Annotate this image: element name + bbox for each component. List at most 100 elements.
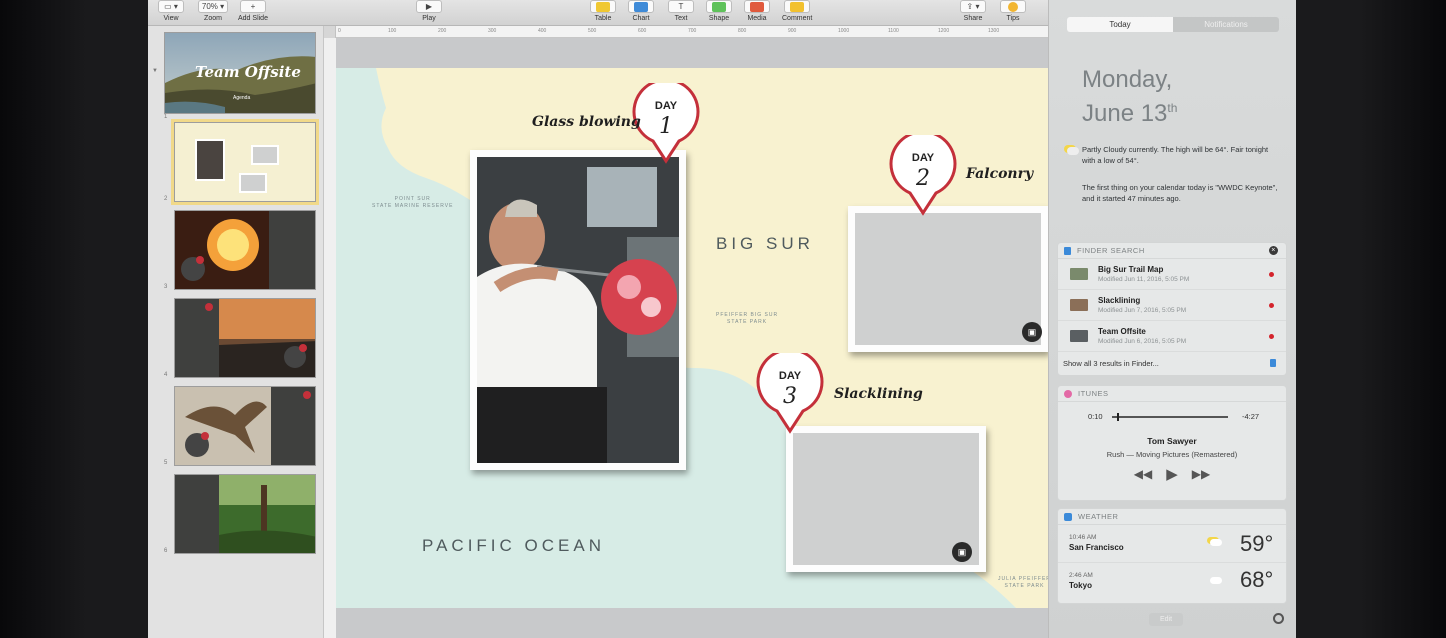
point-sur-label: POINT SUR STATE MARINE RESERVE	[372, 196, 454, 209]
weather-app-icon	[1064, 512, 1072, 521]
map-file-icon	[1070, 268, 1088, 280]
ruler-tick: 1200	[938, 28, 950, 34]
edit-button[interactable]: Edit	[1149, 613, 1183, 626]
zoom-select[interactable]: 70% ▾	[198, 0, 228, 13]
day2-photo-placeholder[interactable]: ▣	[848, 206, 1048, 352]
nc-segmented-control: Today Notifications	[1067, 17, 1279, 32]
tips-button[interactable]	[1000, 0, 1026, 13]
fast-forward-icon[interactable]: ▶▶	[1192, 467, 1210, 483]
tab-today[interactable]: Today	[1067, 17, 1173, 32]
finder-result[interactable]: Slacklining Modified Jun 7, 2016, 5:05 PM	[1058, 290, 1286, 321]
disclosure-triangle-icon[interactable]: ▼	[152, 68, 158, 74]
calendar-summary: The first thing on your calendar today i…	[1082, 183, 1278, 203]
slide-thumbnail-5[interactable]	[174, 386, 316, 466]
settings-gear-icon[interactable]	[1273, 613, 1284, 624]
date-suffix: th	[1167, 101, 1178, 115]
media-button[interactable]	[744, 0, 770, 13]
finder-result[interactable]: Team Offsite Modified Jun 6, 2016, 5:05 P…	[1058, 321, 1286, 352]
day3-caption: Slacklining	[834, 386, 923, 402]
share-button[interactable]: ⇪ ▾	[960, 0, 986, 13]
play-button[interactable]: ▶	[416, 0, 442, 13]
weather-city-row[interactable]: 2:46 AM Tokyo 68°	[1058, 563, 1286, 601]
slide-1-title: Team Offsite	[195, 63, 301, 81]
julia-pfeiffer-label: JULIA PFEIFFER STATE PARK	[998, 576, 1048, 589]
weather-city-row[interactable]: 10:46 AM San Francisco 59°	[1058, 525, 1286, 563]
ruler-tick: 500	[588, 28, 597, 34]
tips-icon	[1008, 1, 1018, 12]
slackline-photo	[175, 299, 315, 377]
weather-widget: WEATHER 10:46 AM San Francisco 59° 2:46 …	[1057, 508, 1287, 604]
ruler-tick: 1100	[888, 28, 899, 34]
partly-cloudy-icon	[1067, 147, 1079, 155]
text-button[interactable]: T	[668, 0, 694, 13]
itunes-widget-title: ITUNES	[1078, 389, 1109, 398]
add-slide-button[interactable]: +	[239, 0, 266, 13]
image-placeholder-icon[interactable]: ▣	[952, 542, 972, 562]
rewind-icon[interactable]: ◀◀	[1134, 467, 1152, 483]
close-icon[interactable]: ×	[1269, 246, 1278, 255]
show-all-text: Show all 3 results in Finder...	[1063, 358, 1159, 368]
ruler-tick: 300	[488, 28, 497, 34]
table-button[interactable]	[590, 0, 616, 13]
thumb-placeholder-2	[239, 173, 267, 193]
scrubber-knob[interactable]	[1116, 413, 1119, 421]
date-day: June 13th	[1082, 94, 1177, 128]
ruler-tick: 400	[538, 28, 547, 34]
play-control[interactable]: ▶ Play	[416, 0, 442, 22]
share-control[interactable]: ⇪ ▾ Share	[960, 0, 986, 22]
itunes-widget-header: ITUNES	[1058, 386, 1286, 402]
play-icon[interactable]: ▶	[1166, 465, 1178, 483]
cloudy-icon	[1210, 577, 1222, 584]
slide-thumbnail-6[interactable]	[174, 474, 316, 554]
finder-widget-title: FINDER SEARCH	[1077, 246, 1145, 255]
slide-navigator: ▼ 1 Team Offsite Agenda 2 3 4 5 6	[148, 26, 324, 638]
date-weekday: Monday,	[1082, 66, 1173, 93]
slide-thumbnail-2[interactable]	[171, 119, 319, 205]
elapsed-time: 0:10	[1088, 412, 1103, 421]
playback-scrubber[interactable]	[1112, 413, 1228, 421]
result-name: Big Sur Trail Map	[1098, 265, 1164, 274]
add-slide-control[interactable]: + Add Slide	[238, 0, 268, 22]
table-control[interactable]: Table	[590, 0, 616, 22]
result-modified: Modified Jun 7, 2016, 5:05 PM	[1098, 307, 1187, 314]
mac-screen: ▭ ▾ View 70% ▾ Zoom + Add Slide ▶ Play T…	[148, 0, 1296, 638]
playback-progress-row: 0:10 -4:27	[1058, 402, 1286, 432]
city-name: San Francisco	[1069, 543, 1124, 552]
glass-furnace-photo	[175, 211, 315, 289]
shape-control[interactable]: Shape	[706, 0, 732, 22]
horizontal-ruler: 0 100 200 300 400 500 600 700 800 900 1000 1100 1200…	[336, 26, 1048, 38]
zoom-control[interactable]: 70% ▾ Zoom	[198, 0, 228, 22]
view-button[interactable]: ▭ ▾	[158, 0, 184, 13]
chart-button[interactable]	[628, 0, 654, 13]
vertical-ruler	[324, 38, 336, 638]
view-control[interactable]: ▭ ▾ View	[158, 0, 184, 22]
ruler-tick: 700	[688, 28, 697, 34]
itunes-icon	[1064, 389, 1072, 398]
ruler-tick: 800	[738, 28, 747, 34]
tips-control[interactable]: Tips	[1000, 0, 1026, 22]
comment-control[interactable]: Comment	[782, 0, 812, 22]
media-control[interactable]: Media	[744, 0, 770, 22]
day1-photo-frame[interactable]	[470, 150, 686, 470]
show-all-link[interactable]: Show all 3 results in Finder...	[1058, 352, 1286, 374]
day3-photo-placeholder[interactable]: ▣	[786, 426, 986, 572]
slide-thumbnail-3[interactable]	[174, 210, 316, 290]
slide-thumbnail-1[interactable]: Team Offsite Agenda	[164, 32, 316, 114]
finder-widget-header: FINDER SEARCH ×	[1058, 243, 1286, 259]
image-placeholder-icon[interactable]: ▣	[1022, 322, 1042, 342]
comment-button[interactable]	[784, 0, 811, 13]
keynote-file-icon	[1070, 330, 1088, 342]
chart-control[interactable]: Chart	[628, 0, 654, 22]
tab-notifications[interactable]: Notifications	[1173, 17, 1279, 32]
placeholder-fill	[793, 433, 979, 565]
slide-thumbnail-4[interactable]	[174, 298, 316, 378]
shape-button[interactable]	[706, 0, 732, 13]
finder-result[interactable]: Big Sur Trail Map Modified Jun 11, 2016, …	[1058, 259, 1286, 290]
current-slide[interactable]: POINT SUR STATE MARINE RESERVE PFEIFFER …	[336, 68, 1048, 608]
ruler-tick: 1000	[838, 28, 850, 34]
city-time: 2:46 AM	[1069, 572, 1093, 579]
media-icon	[750, 1, 764, 12]
day2-caption: Falconry	[966, 166, 1034, 182]
partly-sunny-icon	[1210, 539, 1222, 546]
text-control[interactable]: T Text	[668, 0, 694, 22]
